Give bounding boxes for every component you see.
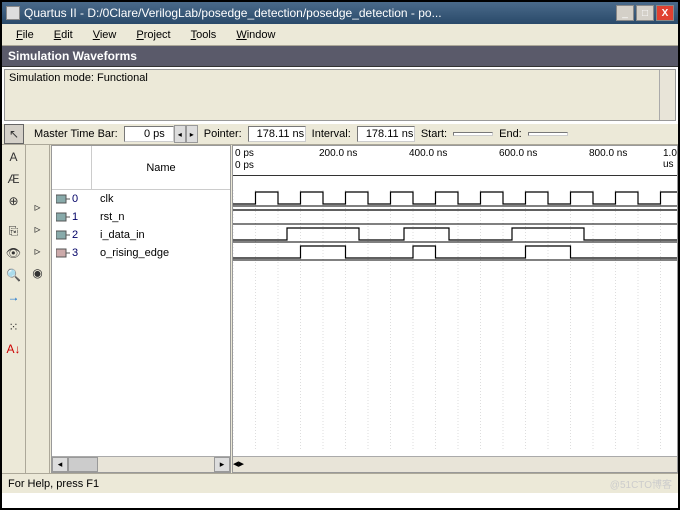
mode-scrollbar[interactable] — [659, 70, 675, 120]
waveform-svg — [233, 190, 678, 450]
signal-index: 0 — [72, 193, 78, 205]
signal-name: rst_n — [92, 211, 230, 223]
pointer-tool-icon[interactable]: ↖ — [4, 124, 24, 144]
time-right-button[interactable]: ▸ — [186, 125, 198, 143]
signal-header: Name — [52, 146, 230, 190]
pin-in-1-icon[interactable]: ▹ — [28, 219, 48, 239]
output-pin-icon — [56, 248, 70, 258]
find-tool-icon[interactable]: 👁 — [4, 243, 24, 263]
interval-value: 178.11 ns — [357, 126, 415, 142]
ruler-tick-3: 600.0 ns — [499, 148, 537, 159]
pin-in-2-icon[interactable]: ▹ — [28, 241, 48, 261]
signal-index: 1 — [72, 211, 78, 223]
menu-bar: File Edit View Project Tools Window — [2, 24, 678, 46]
signal-row-clk[interactable]: 0 clk — [52, 190, 230, 208]
signal-index: 3 — [72, 247, 78, 259]
end-value[interactable] — [528, 132, 568, 136]
scroll-thumb[interactable] — [68, 457, 98, 472]
group-tool-icon[interactable]: ⁙ — [4, 317, 24, 337]
simulation-mode-text: Simulation mode: Functional — [9, 72, 148, 84]
signal-pane: Name 0clk1rst_n2i_data_in3o_rising_edge … — [51, 145, 231, 473]
next-tool-icon[interactable]: → — [4, 287, 24, 307]
panel-title: Simulation Waveforms — [2, 46, 678, 67]
input-pin-icon — [56, 230, 70, 240]
pin-in-0-icon[interactable]: ▹ — [28, 197, 48, 217]
ruler-tick-4: 800.0 ns — [589, 148, 627, 159]
end-label: End: — [493, 128, 528, 140]
second-toolbar: ▹ ▹ ▹ ◉ — [26, 145, 50, 473]
input-pin-icon — [56, 212, 70, 222]
left-toolbar: A Æ ⊕ ⎘ 👁 🔍 → ⁙ A↓ — [2, 145, 26, 473]
master-time-value[interactable]: 0 ps — [124, 126, 174, 142]
status-bar: For Help, press F1 @51CTO博客 — [2, 473, 678, 493]
signal-hscroll[interactable]: ◂ ▸ — [52, 456, 230, 472]
minimize-button[interactable]: _ — [616, 5, 634, 21]
signal-index: 2 — [72, 229, 78, 241]
text-tool-icon[interactable]: A — [4, 147, 24, 167]
signal-row-i_data_in[interactable]: 2 i_data_in — [52, 226, 230, 244]
ruler-tick-1: 200.0 ns — [319, 148, 357, 159]
master-time-label: Master Time Bar: — [28, 128, 124, 140]
waveform-hscroll[interactable]: ◂ ▸ — [233, 456, 677, 472]
signal-row-rst_n[interactable]: 1 rst_n — [52, 208, 230, 226]
time-ruler[interactable]: 0 ps 0 ps 200.0 ns 400.0 ns 600.0 ns 800… — [233, 146, 677, 176]
menu-view[interactable]: View — [85, 27, 125, 43]
start-value[interactable] — [453, 132, 493, 136]
menu-window[interactable]: Window — [228, 27, 283, 43]
main-body: A Æ ⊕ ⎘ 👁 🔍 → ⁙ A↓ ▹ ▹ ▹ ◉ Name 0 clk 1 rst… — [2, 145, 678, 473]
waveform-pane[interactable]: 0 ps 0 ps 200.0 ns 400.0 ns 600.0 ns 800… — [232, 145, 678, 473]
sort-tool-icon[interactable]: A↓ — [4, 339, 24, 359]
ruler-origin-top: 0 ps — [235, 148, 254, 159]
signal-name: i_data_in — [92, 229, 230, 241]
copy-tool-icon[interactable]: ⎘ — [4, 221, 24, 241]
close-button[interactable]: X — [656, 5, 674, 21]
waveform-tool-icon[interactable]: Æ — [4, 169, 24, 189]
zoom-tool-icon[interactable]: ⊕ — [4, 191, 24, 211]
simulation-mode-box: Simulation mode: Functional — [4, 69, 676, 121]
ruler-origin: 0 ps — [235, 160, 254, 171]
start-label: Start: — [415, 128, 453, 140]
wave-scroll-right-icon[interactable]: ▸ — [239, 457, 245, 472]
menu-tools[interactable]: Tools — [183, 27, 225, 43]
menu-edit[interactable]: Edit — [46, 27, 81, 43]
maximize-button[interactable]: □ — [636, 5, 654, 21]
window-title: Quartus II - D:/0Clare/VerilogLab/posedg… — [24, 6, 616, 20]
menu-project[interactable]: Project — [128, 27, 178, 43]
name-column-header[interactable]: Name — [92, 146, 230, 189]
title-bar: Quartus II - D:/0Clare/VerilogLab/posedg… — [2, 2, 678, 24]
signal-rows: 0 clk 1 rst_n 2 i_data_in 3 o_rising_edge — [52, 190, 230, 456]
pin-out-3-icon[interactable]: ◉ — [28, 263, 48, 283]
ruler-tick-5: 1.0 us — [663, 148, 677, 170]
time-bar: ↖ Master Time Bar: 0 ps ◂ ▸ Pointer: 178… — [2, 123, 678, 145]
app-icon — [6, 6, 20, 20]
search-tool-icon[interactable]: 🔍 — [4, 265, 24, 285]
window-buttons: _ □ X — [616, 5, 674, 21]
scroll-right-icon[interactable]: ▸ — [214, 457, 230, 472]
signal-row-o_rising_edge[interactable]: 3 o_rising_edge — [52, 244, 230, 262]
input-pin-icon — [56, 194, 70, 204]
status-help-text: For Help, press F1 — [8, 478, 99, 490]
scroll-left-icon[interactable]: ◂ — [52, 457, 68, 472]
signal-name: o_rising_edge — [92, 247, 230, 259]
signal-name: clk — [92, 193, 230, 205]
interval-label: Interval: — [306, 128, 357, 140]
ruler-tick-2: 400.0 ns — [409, 148, 447, 159]
status-credit: @51CTO博客 — [610, 476, 672, 491]
menu-file[interactable]: File — [8, 27, 42, 43]
pointer-label: Pointer: — [198, 128, 248, 140]
time-left-button[interactable]: ◂ — [174, 125, 186, 143]
pointer-value: 178.11 ns — [248, 126, 306, 142]
